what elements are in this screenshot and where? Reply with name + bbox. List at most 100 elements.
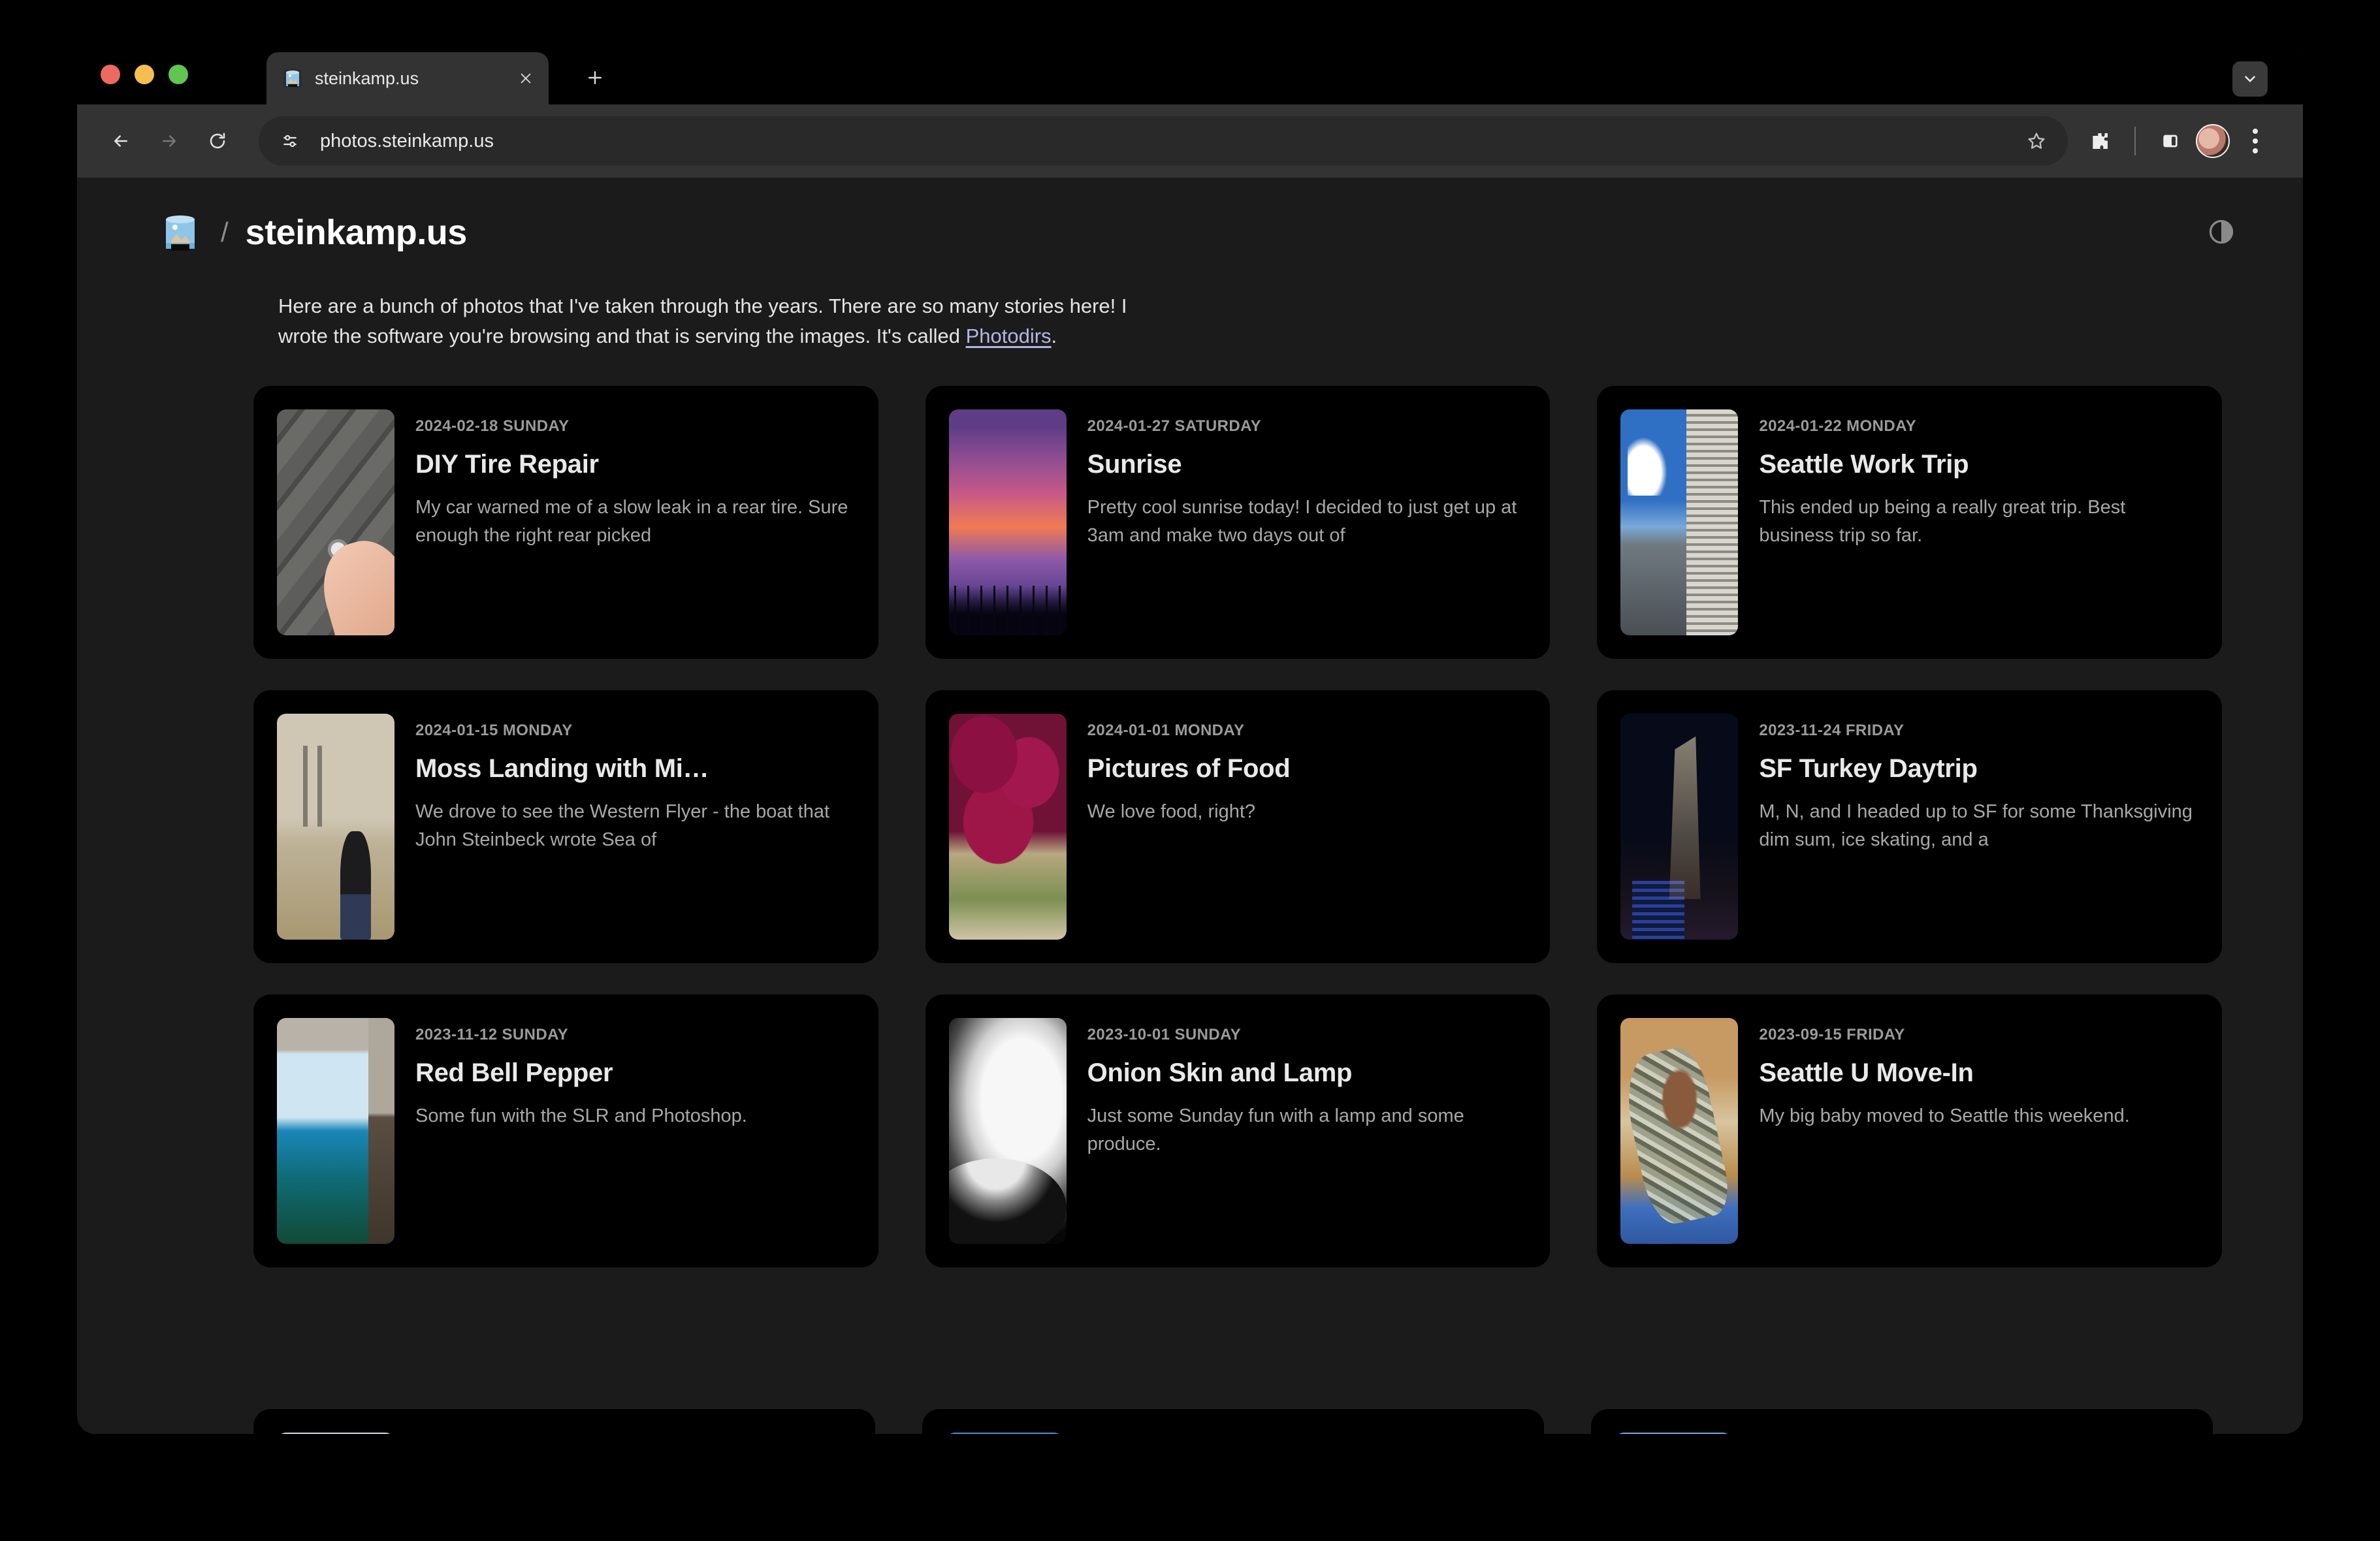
- back-button[interactable]: [97, 117, 145, 165]
- page-content: / steinkamp.us Here are a bunch of photo…: [77, 178, 2294, 1434]
- tune-sliders-icon[interactable]: [273, 124, 307, 158]
- toolbar-divider: [2134, 127, 2136, 155]
- photodirs-link[interactable]: Photodirs: [966, 325, 1052, 347]
- side-panel-icon[interactable]: [2149, 119, 2192, 163]
- card-thumbnail: [1620, 714, 1738, 940]
- vertical-scrollbar[interactable]: [2294, 178, 2303, 1434]
- card-date: 2024-01-01 MONDAY: [1087, 722, 1524, 740]
- url-text: photos.steinkamp.us: [320, 131, 2004, 152]
- card-title: Onion Skin and Lamp: [1087, 1058, 1524, 1088]
- photo-card[interactable]: 2024-01-22 MONDAY Seattle Work Trip This…: [1597, 386, 2222, 659]
- card-description: Some fun with the SLR and Photoshop.: [415, 1102, 852, 1130]
- address-bar[interactable]: photos.steinkamp.us: [259, 116, 2068, 166]
- photo-card-grid: 2024-02-18 SUNDAY DIY Tire Repair My car…: [77, 386, 2294, 1267]
- photo-card[interactable]: 2023-09-15 FRIDAY Seattle U Move-In My b…: [1597, 994, 2222, 1267]
- card-date: 2023-11-24 FRIDAY: [1759, 722, 2196, 740]
- minimize-window-button[interactable]: [135, 65, 154, 84]
- photo-card[interactable]: 2024-01-27 SATURDAY Sunrise Pretty cool …: [925, 386, 1551, 659]
- photo-card[interactable]: 2023-06-16 FRIDAY: [1591, 1409, 2213, 1434]
- card-body: 2023-06-16 FRIDAY: [1753, 1433, 2187, 1434]
- reload-button[interactable]: [193, 117, 242, 165]
- intro-paragraph: Here are a bunch of photos that I've tak…: [278, 291, 1127, 351]
- card-description: My big baby moved to Seattle this weeken…: [1759, 1102, 2196, 1130]
- card-title: Seattle U Move-In: [1759, 1058, 2196, 1088]
- card-thumbnail: [949, 714, 1067, 940]
- card-title: Red Bell Pepper: [415, 1058, 852, 1088]
- card-title: Sunrise: [1087, 450, 1524, 479]
- puzzle-piece-icon[interactable]: [2078, 119, 2121, 163]
- breadcrumb-separator: /: [221, 217, 229, 248]
- new-tab-button[interactable]: [579, 61, 611, 94]
- window-controls: [101, 44, 188, 104]
- intro-text-part2: .: [1052, 325, 1057, 347]
- forward-button[interactable]: [145, 117, 193, 165]
- card-body: 2024-01-15 MONDAY Moss Landing with Mi… …: [415, 714, 852, 940]
- browser-tab[interactable]: steinkamp.us: [266, 52, 549, 104]
- star-icon[interactable]: [2017, 121, 2056, 161]
- card-date: 2023-09-15 FRIDAY: [1759, 1026, 2196, 1044]
- card-body: 2023-07-04 TUESDAY: [1084, 1433, 1518, 1434]
- card-date: 2024-01-27 SATURDAY: [1087, 417, 1524, 436]
- card-body: 2023-11-12 SUNDAY Red Bell Pepper Some f…: [415, 1018, 852, 1244]
- tab-title: steinkamp.us: [315, 69, 504, 89]
- card-thumbnail: [1620, 1018, 1738, 1244]
- avatar[interactable]: [2196, 124, 2230, 158]
- card-description: M, N, and I headed up to SF for some Tha…: [1759, 798, 2196, 854]
- browser-toolbar: photos.steinkamp.us: [77, 104, 2303, 178]
- card-thumbnail: [277, 1018, 394, 1244]
- page-viewport: / steinkamp.us Here are a bunch of photo…: [77, 178, 2303, 1434]
- card-title: Seattle Work Trip: [1759, 450, 2196, 479]
- card-date: 2024-02-18 SUNDAY: [415, 417, 852, 436]
- card-description: We drove to see the Western Flyer - the …: [415, 798, 852, 854]
- browser-window: steinkamp.us: [77, 44, 2303, 1434]
- photo-card[interactable]: 2023-11-24 FRIDAY SF Turkey Daytrip M, N…: [1597, 690, 2222, 963]
- tab-strip: steinkamp.us: [77, 44, 2303, 104]
- site-header: / steinkamp.us: [77, 178, 2294, 256]
- card-description: This ended up being a really great trip.…: [1759, 494, 2196, 550]
- card-body: 2023-10-01 SUNDAY Onion Skin and Lamp Ju…: [1087, 1018, 1524, 1244]
- photo-card-grid-partial-row: 2023-07-30 SUNDAY 2023-07-04 TUESDAY 202…: [77, 1409, 2285, 1434]
- card-description: Just some Sunday fun with a lamp and som…: [1087, 1102, 1524, 1158]
- close-window-button[interactable]: [101, 65, 120, 84]
- maximize-window-button[interactable]: [169, 65, 188, 84]
- card-thumbnail: [1615, 1433, 1732, 1434]
- photodirs-cylinder-icon[interactable]: [157, 209, 204, 256]
- photo-card[interactable]: 2024-01-01 MONDAY Pictures of Food We lo…: [925, 690, 1551, 963]
- card-title: Moss Landing with Mi…: [415, 754, 852, 784]
- photo-card[interactable]: 2024-01-15 MONDAY Moss Landing with Mi… …: [253, 690, 878, 963]
- card-title: Pictures of Food: [1087, 754, 1524, 784]
- card-date: 2024-01-22 MONDAY: [1759, 417, 2196, 436]
- card-date: 2023-11-12 SUNDAY: [415, 1026, 852, 1044]
- card-body: 2024-01-01 MONDAY Pictures of Food We lo…: [1087, 714, 1524, 940]
- page-title: steinkamp.us: [246, 212, 467, 253]
- card-thumbnail: [277, 714, 394, 940]
- photo-card[interactable]: 2023-10-01 SUNDAY Onion Skin and Lamp Ju…: [925, 994, 1551, 1267]
- card-title: DIY Tire Repair: [415, 450, 852, 479]
- card-body: 2023-09-15 FRIDAY Seattle U Move-In My b…: [1759, 1018, 2196, 1244]
- card-body: 2024-01-27 SATURDAY Sunrise Pretty cool …: [1087, 409, 1524, 635]
- card-body: 2023-07-30 SUNDAY: [415, 1433, 849, 1434]
- card-date: 2023-10-01 SUNDAY: [1087, 1026, 1524, 1044]
- photo-card[interactable]: 2023-07-30 SUNDAY: [253, 1409, 875, 1434]
- card-thumbnail: [277, 409, 394, 635]
- close-icon[interactable]: [515, 67, 537, 89]
- card-description: We love food, right?: [1087, 798, 1524, 826]
- toolbar-actions: [2078, 119, 2277, 163]
- card-thumbnail: [277, 1433, 394, 1434]
- card-body: 2024-02-18 SUNDAY DIY Tire Repair My car…: [415, 409, 852, 635]
- card-description: Pretty cool sunrise today! I decided to …: [1087, 494, 1524, 550]
- card-date: 2024-01-15 MONDAY: [415, 722, 852, 740]
- photodirs-cylinder-icon: [281, 67, 304, 90]
- tab-search-button[interactable]: [2232, 61, 2268, 97]
- card-body: 2024-01-22 MONDAY Seattle Work Trip This…: [1759, 409, 2196, 635]
- card-thumbnail: [949, 1018, 1067, 1244]
- card-description: My car warned me of a slow leak in a rea…: [415, 494, 852, 550]
- card-thumbnail: [949, 409, 1067, 635]
- photo-card[interactable]: 2023-07-04 TUESDAY: [922, 1409, 1544, 1434]
- card-thumbnail: [1620, 409, 1738, 635]
- card-thumbnail: [946, 1433, 1063, 1434]
- three-dots-vertical-icon[interactable]: [2234, 119, 2277, 163]
- photo-card[interactable]: 2024-02-18 SUNDAY DIY Tire Repair My car…: [253, 386, 878, 659]
- contrast-circle-icon[interactable]: [2201, 212, 2242, 252]
- photo-card[interactable]: 2023-11-12 SUNDAY Red Bell Pepper Some f…: [253, 994, 878, 1267]
